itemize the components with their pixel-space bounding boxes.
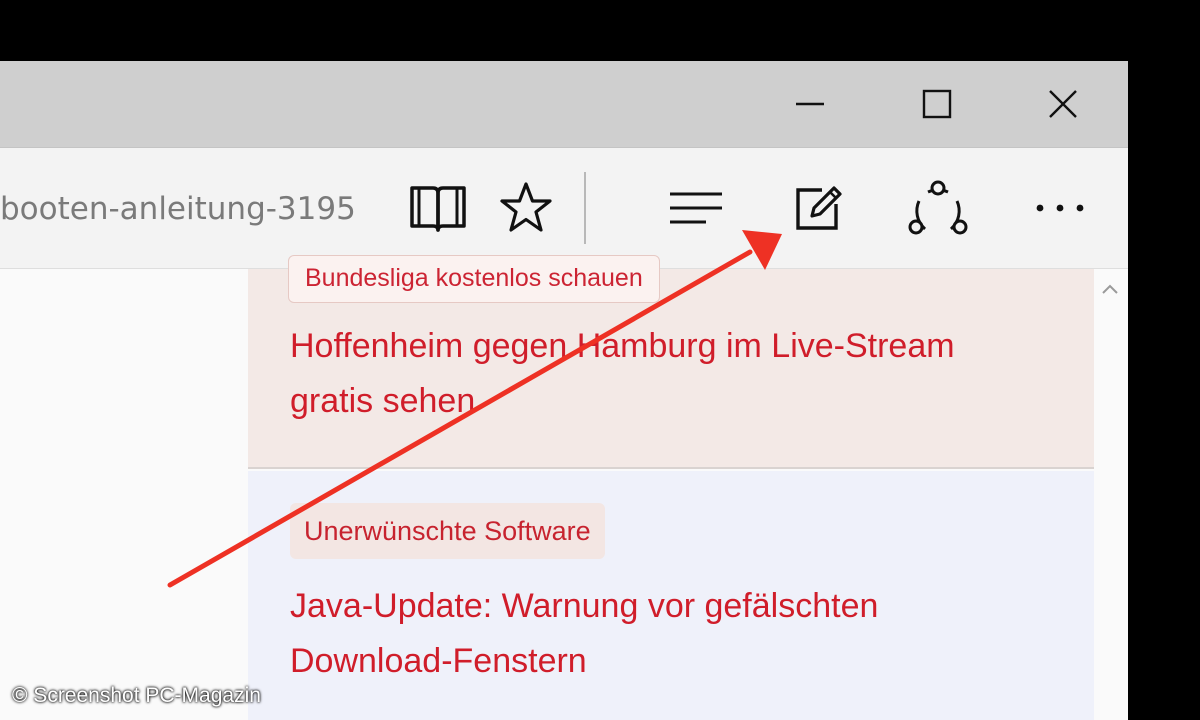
title-bar [0,61,1128,148]
reading-view-icon [410,186,466,232]
article-headline-line[interactable]: Java-Update: Warnung vor gefälschten [290,579,1070,634]
article-headline-line[interactable]: Download-Fenstern [290,634,1070,689]
minimize-icon [796,102,824,106]
article-card[interactable]: Bundesliga kostenlos schauen Hoffenheim … [248,255,1094,469]
page-content: Bundesliga kostenlos schauen Hoffenheim … [0,255,1128,720]
browser-window: booten-anleitung-3195 Bundesliga kostenl… [0,61,1128,720]
more-icon [1036,204,1084,212]
hub-icon [670,192,722,224]
share-icon [908,180,968,235]
browser-toolbar: booten-anleitung-3195 [0,148,1128,269]
hub-button[interactable] [656,168,736,248]
maximize-button[interactable] [882,61,992,147]
reading-view-button[interactable] [398,168,478,248]
article-tag[interactable]: Unerwünschte Software [290,503,605,559]
article-tag[interactable]: Bundesliga kostenlos schauen [288,255,660,303]
share-button[interactable] [898,168,978,248]
more-button[interactable] [1020,168,1100,248]
minimize-button[interactable] [755,61,865,147]
web-note-button[interactable] [778,168,858,248]
address-bar[interactable]: booten-anleitung-3195 [0,184,365,234]
chevron-up-icon [1102,284,1118,294]
scroll-up-button[interactable] [1098,277,1122,301]
close-button[interactable] [1008,61,1118,147]
article-headline-line[interactable]: Hoffenheim gegen Hamburg im Live-Stream [290,319,1070,374]
toolbar-separator [584,172,586,244]
favorites-button[interactable] [486,168,566,248]
copyright-notice: © Screenshot PC-Magazin [12,684,261,707]
article-card[interactable]: Unerwünschte Software Java-Update: Warnu… [248,471,1094,720]
article-headline-line[interactable]: gratis sehen [290,374,1070,429]
favorites-star-icon [500,182,552,232]
web-note-icon [796,186,842,230]
close-icon [1049,90,1077,118]
maximize-icon [922,89,952,119]
